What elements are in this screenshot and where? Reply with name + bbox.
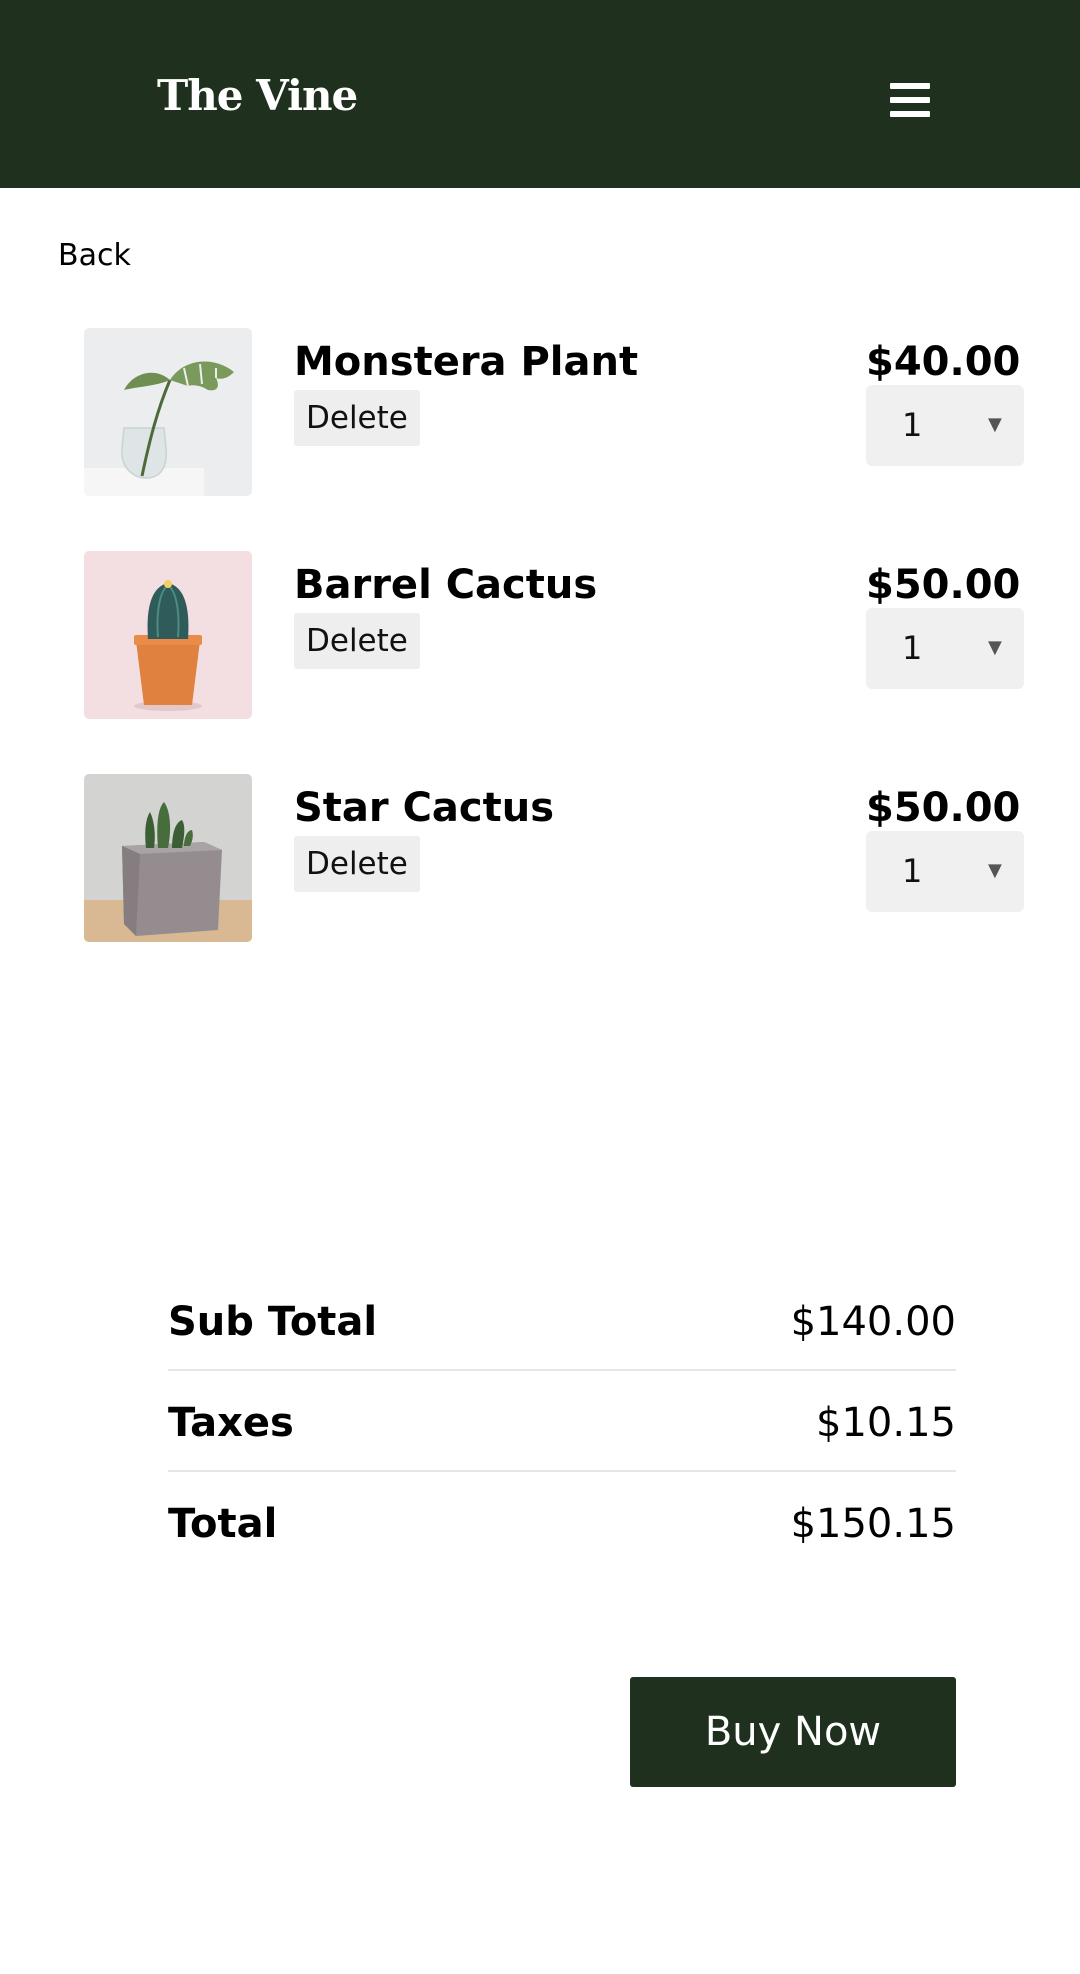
product-price: $50.00 bbox=[866, 562, 1021, 608]
quantity-value: 1 bbox=[902, 629, 923, 667]
quantity-value: 1 bbox=[902, 406, 923, 444]
menu-bar bbox=[890, 111, 930, 117]
taxes-row: Taxes $10.15 bbox=[168, 1371, 956, 1472]
subtotal-label: Sub Total bbox=[168, 1299, 378, 1345]
product-price: $40.00 bbox=[866, 339, 1021, 385]
top-header: The Vine bbox=[0, 0, 1080, 188]
quantity-select[interactable]: 1 ▼ bbox=[866, 608, 1024, 689]
buy-now-button[interactable]: Buy Now bbox=[630, 1677, 956, 1787]
menu-bar bbox=[890, 83, 930, 89]
caret-down-icon: ▼ bbox=[988, 637, 1002, 658]
caret-down-icon: ▼ bbox=[988, 860, 1002, 881]
total-value: $150.15 bbox=[790, 1501, 956, 1547]
product-name: Star Cactus bbox=[294, 785, 555, 831]
quantity-value: 1 bbox=[902, 852, 923, 890]
quantity-select[interactable]: 1 ▼ bbox=[866, 385, 1024, 466]
product-image-barrel-cactus bbox=[84, 551, 252, 719]
product-image-star-cactus bbox=[84, 774, 252, 942]
cart-item: Barrel Cactus Delete $50.00 1 ▼ bbox=[0, 551, 1080, 719]
subtotal-row: Sub Total $140.00 bbox=[168, 1270, 956, 1371]
delete-button[interactable]: Delete bbox=[294, 613, 420, 669]
delete-button[interactable]: Delete bbox=[294, 390, 420, 446]
taxes-label: Taxes bbox=[168, 1400, 294, 1446]
cart-item: Monstera Plant Delete $40.00 1 ▼ bbox=[0, 328, 1080, 496]
order-summary: Sub Total $140.00 Taxes $10.15 Total $15… bbox=[168, 1270, 956, 1573]
subtotal-value: $140.00 bbox=[790, 1299, 956, 1345]
delete-button[interactable]: Delete bbox=[294, 836, 420, 892]
total-label: Total bbox=[168, 1501, 278, 1547]
back-link[interactable]: Back bbox=[58, 236, 131, 276]
cart-item: Star Cactus Delete $50.00 1 ▼ bbox=[0, 774, 1080, 942]
hamburger-menu-icon[interactable] bbox=[884, 80, 936, 124]
total-row: Total $150.15 bbox=[168, 1472, 956, 1573]
taxes-value: $10.15 bbox=[816, 1400, 956, 1446]
product-image-monstera bbox=[84, 328, 252, 496]
product-name: Monstera Plant bbox=[294, 339, 639, 385]
caret-down-icon: ▼ bbox=[988, 414, 1002, 435]
product-price: $50.00 bbox=[866, 785, 1021, 831]
product-name: Barrel Cactus bbox=[294, 562, 598, 608]
quantity-select[interactable]: 1 ▼ bbox=[866, 831, 1024, 912]
menu-bar bbox=[890, 97, 930, 103]
brand-logo[interactable]: The Vine bbox=[157, 68, 358, 124]
